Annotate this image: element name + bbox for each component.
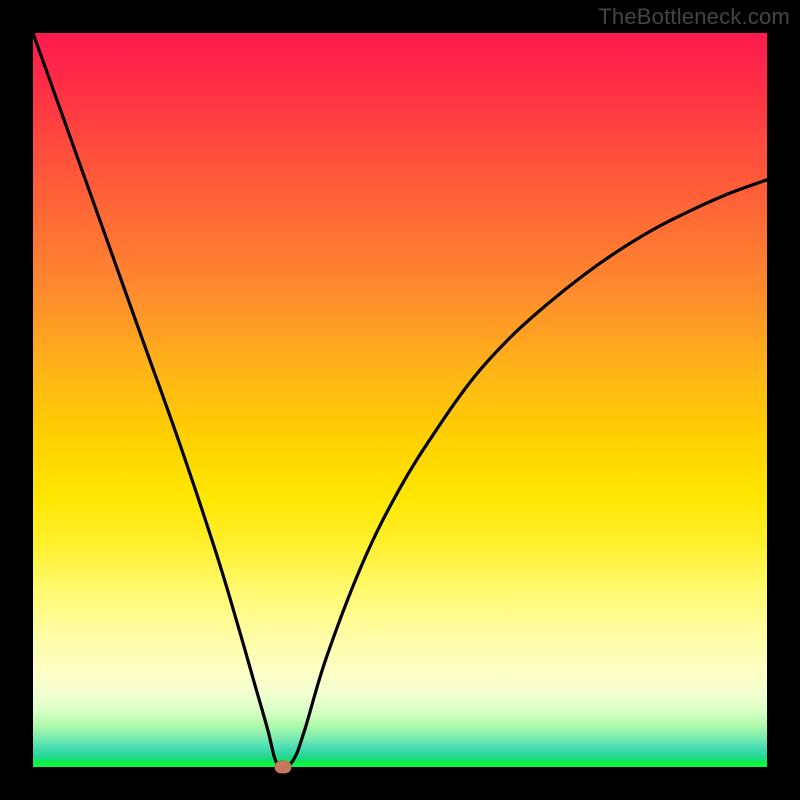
curve-svg — [33, 33, 767, 767]
bottleneck-curve-path — [33, 33, 767, 767]
plot-area — [33, 33, 767, 767]
watermark-text: TheBottleneck.com — [598, 4, 790, 30]
minimum-marker — [274, 761, 291, 774]
chart-frame: TheBottleneck.com — [0, 0, 800, 800]
